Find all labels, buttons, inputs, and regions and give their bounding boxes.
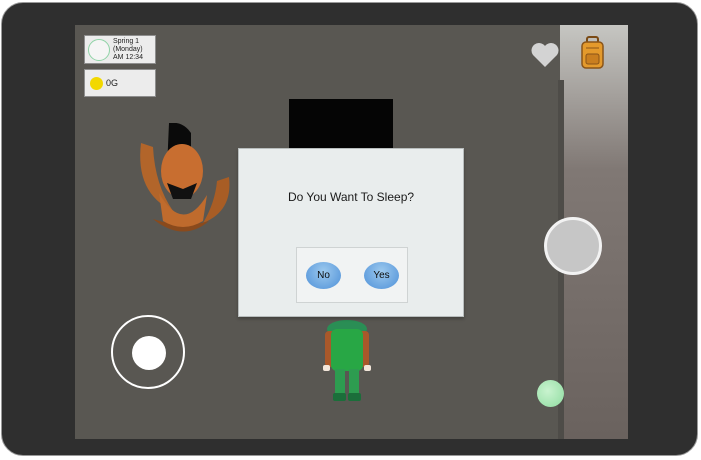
sleep-prompt: Do You Want To Sleep? — [287, 190, 415, 204]
player-character[interactable] — [317, 311, 377, 409]
sleep-dialog: Do You Want To Sleep? No Yes — [238, 148, 464, 317]
date-weekday: (Monday) — [113, 46, 143, 53]
secondary-action-button[interactable] — [537, 380, 564, 407]
potted-plant-object[interactable] — [133, 123, 237, 235]
game-viewport[interactable]: Spring 1 (Monday) AM 12:34 0G Do You Wan… — [75, 25, 628, 439]
heart-icon[interactable] — [530, 41, 560, 69]
backpack-icon[interactable] — [580, 36, 605, 70]
device-frame: Spring 1 (Monday) AM 12:34 0G Do You Wan… — [1, 2, 698, 456]
date-season: Spring 1 — [113, 38, 140, 45]
time-label: AM 12:34 — [113, 54, 143, 61]
date-time-panel: Spring 1 (Monday) AM 12:34 — [84, 35, 156, 64]
joystick-knob[interactable] — [132, 336, 166, 370]
answer-button-panel: No Yes — [296, 247, 408, 303]
money-panel: 0G — [84, 69, 156, 97]
clock-icon — [88, 39, 110, 61]
no-button[interactable]: No — [306, 262, 341, 289]
action-button[interactable] — [544, 217, 602, 275]
virtual-joystick[interactable] — [111, 315, 185, 389]
coin-icon — [90, 77, 103, 90]
yes-button[interactable]: Yes — [364, 262, 399, 289]
money-amount: 0G — [106, 78, 119, 88]
